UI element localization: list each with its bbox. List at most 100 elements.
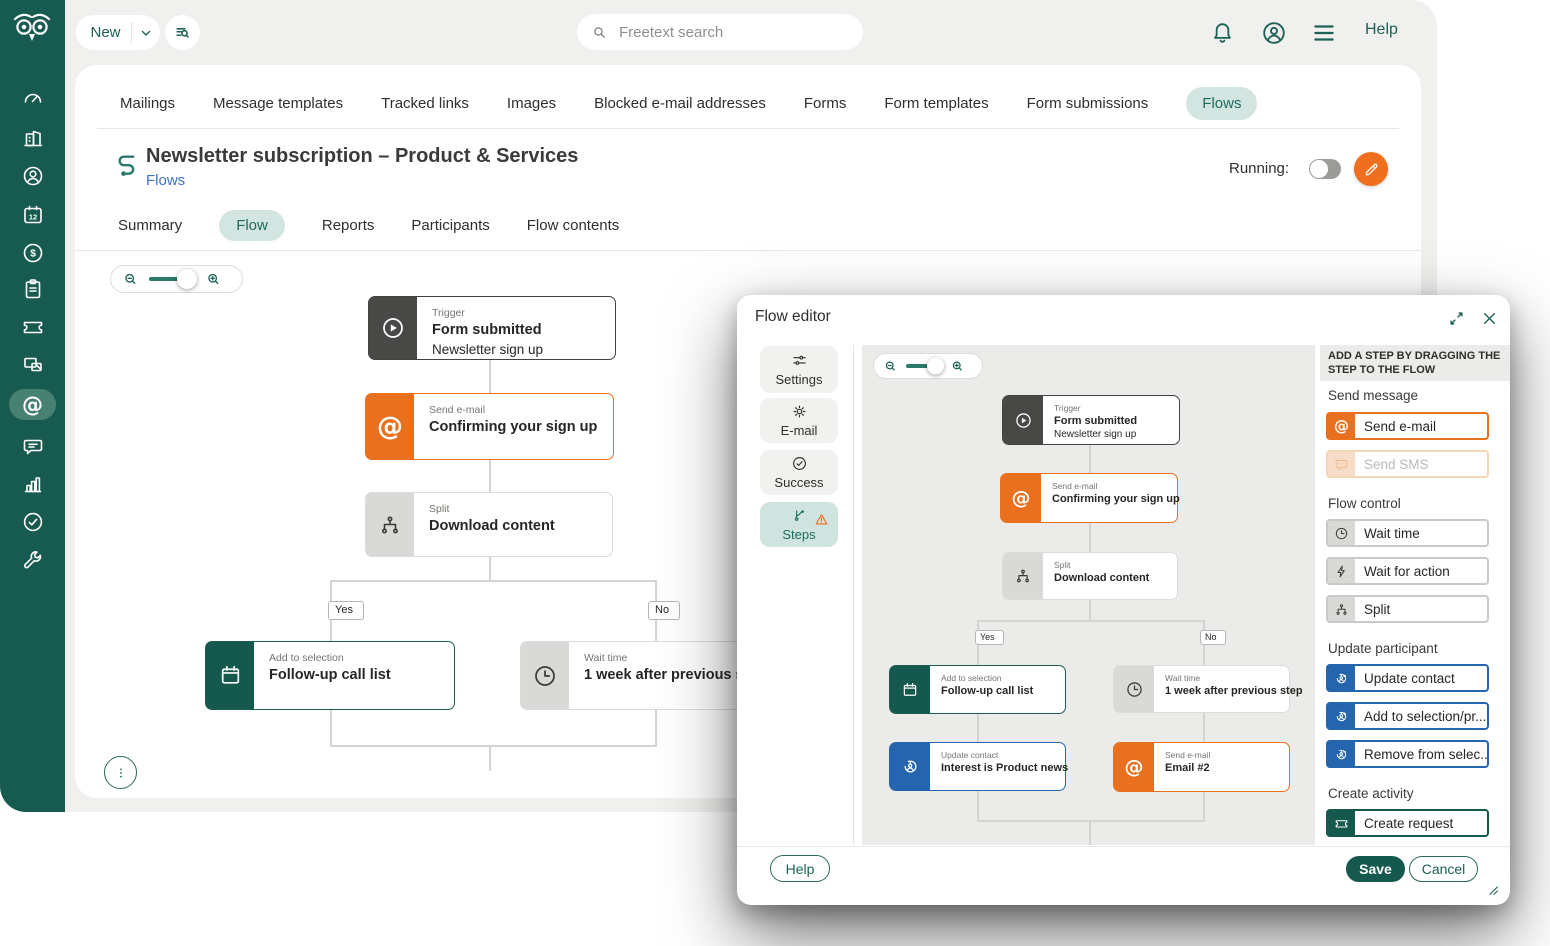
sidebar-item-statistics[interactable] xyxy=(0,469,65,499)
help-link[interactable]: Help xyxy=(1365,21,1398,39)
search-input[interactable] xyxy=(617,23,841,42)
drag-step-wait-for-action[interactable]: Wait for action xyxy=(1326,557,1489,585)
resize-handle-icon[interactable] xyxy=(1484,881,1500,897)
flow-subtabs: Summary Flow Reports Participants Flow c… xyxy=(118,209,619,241)
drag-step-send-email[interactable]: @ Send e-mail xyxy=(1326,412,1489,440)
split-icon xyxy=(366,493,414,556)
sidebar-item-tools[interactable] xyxy=(0,545,65,575)
modal-help-button[interactable]: Help xyxy=(770,855,830,882)
sidebar-item-payments[interactable]: $ xyxy=(0,238,65,268)
sidebar-item-contacts[interactable] xyxy=(0,161,65,191)
zoom-out-icon[interactable] xyxy=(883,359,898,374)
saved-search-button[interactable] xyxy=(165,15,200,50)
editor-canvas[interactable]: Trigger Form submitted Newsletter sign u… xyxy=(862,345,1315,845)
tab-form-submissions[interactable]: Form submissions xyxy=(1027,95,1149,112)
branch-label-yes: Yes xyxy=(975,630,1004,645)
save-button[interactable]: Save xyxy=(1346,856,1405,882)
tab-mailings[interactable]: Mailings xyxy=(120,95,175,112)
tab-images[interactable]: Images xyxy=(507,95,556,112)
subtab-flow[interactable]: Flow xyxy=(219,210,285,241)
calendar-icon xyxy=(890,666,930,713)
editor-nav-success[interactable]: Success xyxy=(760,450,838,495)
editor-nav-settings[interactable]: Settings xyxy=(760,346,838,393)
zoom-in-icon[interactable] xyxy=(950,359,965,374)
user-sync-check-icon xyxy=(1328,666,1355,690)
calendar-icon xyxy=(206,642,254,709)
notifications-bell-icon[interactable] xyxy=(1209,19,1236,46)
sidebar-item-chat[interactable] xyxy=(0,432,65,462)
search-icon xyxy=(591,24,608,41)
target-check-icon xyxy=(791,455,808,472)
sidebar-item-calendar[interactable]: 12 xyxy=(0,200,65,230)
pencil-icon xyxy=(1363,161,1380,178)
sidebar-item-campaigns[interactable] xyxy=(0,350,65,380)
tab-forms[interactable]: Forms xyxy=(804,95,847,112)
editor-node-wait-time[interactable]: Wait time 1 week after previous step xyxy=(1113,665,1290,713)
sidebar-item-company[interactable] xyxy=(0,123,65,153)
subtab-summary[interactable]: Summary xyxy=(118,217,182,234)
tab-flows[interactable]: Flows xyxy=(1186,87,1257,120)
drag-step-wait-time[interactable]: Wait time xyxy=(1326,519,1489,547)
account-icon[interactable] xyxy=(1260,19,1288,47)
flow-node-wait-time[interactable]: Wait time 1 week after previous step xyxy=(520,641,770,710)
editor-node-email2[interactable]: @ Send e-mail Email #2 xyxy=(1113,742,1290,792)
editor-zoom-slider[interactable] xyxy=(906,364,942,368)
new-button[interactable]: New xyxy=(76,15,160,50)
flow-node-split[interactable]: Split Download content xyxy=(365,492,613,557)
zoom-in-icon[interactable] xyxy=(205,271,222,288)
editor-zoom-knob[interactable] xyxy=(927,358,944,375)
sidebar-item-forms[interactable] xyxy=(0,274,65,304)
toggle-knob xyxy=(1310,160,1328,178)
sidebar-item-tickets[interactable] xyxy=(0,312,65,342)
zoom-slider-knob[interactable] xyxy=(177,269,197,289)
subtab-participants[interactable]: Participants xyxy=(411,217,489,234)
new-button-label: New xyxy=(76,24,131,41)
cancel-button[interactable]: Cancel xyxy=(1409,856,1478,882)
owl-logo-icon[interactable] xyxy=(10,9,54,47)
flow-node-add-to-selection[interactable]: Add to selection Follow-up call list xyxy=(205,641,455,710)
section-create-activity: Create activity xyxy=(1328,786,1414,801)
editor-node-add-to-selection[interactable]: Add to selection Follow-up call list xyxy=(889,665,1066,714)
flow-node-send-email[interactable]: @ Send e-mail Confirming your sign up xyxy=(365,393,614,460)
sidebar-item-dashboard[interactable] xyxy=(0,83,65,113)
drag-step-remove-from-selection[interactable]: Remove from selec... xyxy=(1326,740,1489,768)
clock-icon xyxy=(521,642,569,709)
editor-nav-email[interactable]: E-mail xyxy=(760,398,838,443)
at-icon: @ xyxy=(1001,474,1041,522)
section-flow-control: Flow control xyxy=(1328,496,1401,511)
breadcrumb-flows[interactable]: Flows xyxy=(146,172,185,189)
menu-icon[interactable] xyxy=(1311,22,1337,44)
tab-tracked-links[interactable]: Tracked links xyxy=(381,95,469,112)
subtab-flow-contents[interactable]: Flow contents xyxy=(527,217,620,234)
connector xyxy=(655,710,657,745)
subtab-reports[interactable]: Reports xyxy=(322,217,375,234)
tab-form-templates[interactable]: Form templates xyxy=(884,95,988,112)
editor-node-split[interactable]: Split Download content xyxy=(1002,552,1178,600)
tab-blocked-email-addresses[interactable]: Blocked e-mail addresses xyxy=(594,95,766,112)
editor-node-update-contact[interactable]: Update contact Interest is Product news xyxy=(889,742,1066,791)
expand-icon[interactable] xyxy=(1447,309,1466,328)
close-icon[interactable] xyxy=(1480,309,1499,328)
search-bar[interactable] xyxy=(577,14,863,50)
drag-step-create-request[interactable]: Create request xyxy=(1326,809,1489,837)
drag-step-split[interactable]: Split xyxy=(1326,595,1489,623)
drag-step-add-to-selection[interactable]: Add to selection/pr... xyxy=(1326,702,1489,730)
user-sync-minus-icon xyxy=(1328,742,1355,766)
drag-step-update-contact[interactable]: Update contact xyxy=(1326,664,1489,692)
editor-node-send-email[interactable]: @ Send e-mail Confirming your sign up xyxy=(1000,473,1178,523)
more-options-button[interactable] xyxy=(104,756,137,789)
tab-message-templates[interactable]: Message templates xyxy=(213,95,343,112)
running-toggle[interactable] xyxy=(1309,159,1341,179)
sidebar-item-goals[interactable] xyxy=(0,507,65,537)
chevron-down-icon[interactable] xyxy=(132,26,160,40)
flow-node-trigger[interactable]: Trigger Form submitted Newsletter sign u… xyxy=(368,296,616,360)
edit-flow-button[interactable] xyxy=(1354,152,1388,186)
editor-node-trigger[interactable]: Trigger Form submitted Newsletter sign u… xyxy=(1002,395,1180,445)
canvas-zoom-control xyxy=(110,265,243,293)
editor-nav-steps[interactable]: Steps xyxy=(760,502,838,547)
split-icon xyxy=(1003,553,1043,599)
zoom-slider[interactable] xyxy=(149,277,195,281)
sidebar-item-email-marketing[interactable]: @ xyxy=(0,390,65,420)
connector xyxy=(330,710,332,745)
zoom-out-icon[interactable] xyxy=(122,271,139,288)
